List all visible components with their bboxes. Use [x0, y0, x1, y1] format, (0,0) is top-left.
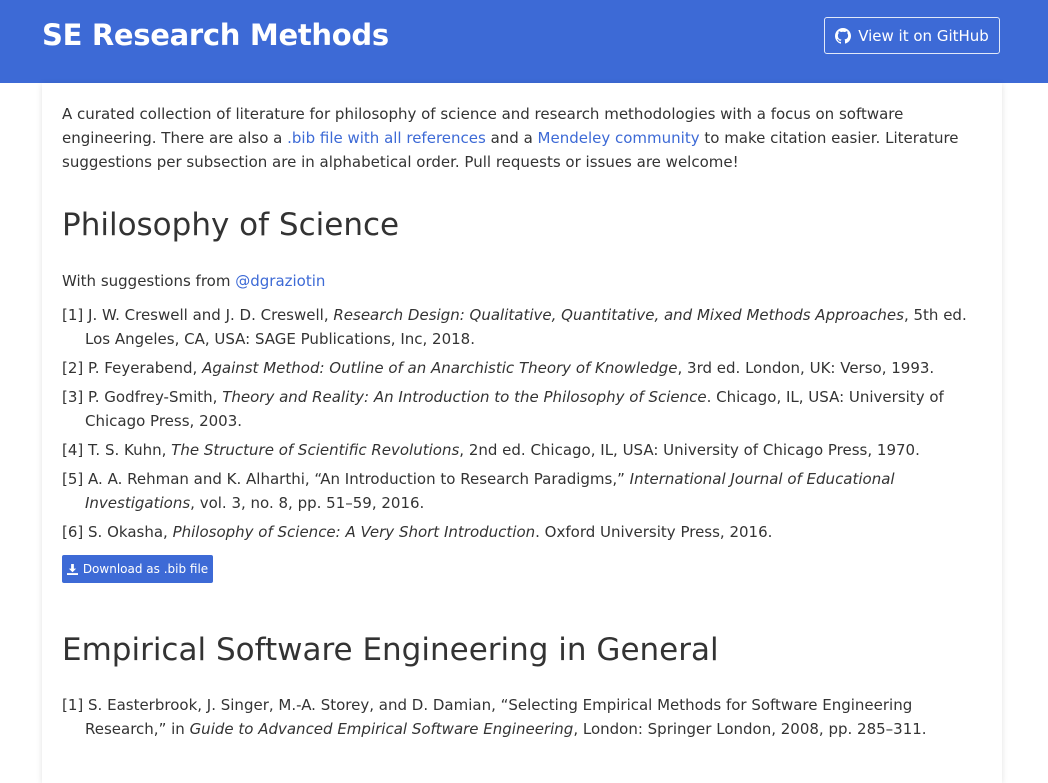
reference-number: [5]	[62, 470, 84, 488]
reference-authors: T. S. Kuhn,	[88, 441, 172, 459]
main-content: A curated collection of literature for p…	[62, 102, 987, 738]
reference-details: , 3rd ed. London, UK: Verso, 1993.	[677, 359, 935, 377]
reference-details: . Oxford University Press, 2016.	[535, 523, 773, 541]
reference-authors: J. W. Creswell and J. D. Creswell,	[88, 306, 334, 324]
suggestions-prefix: With suggestions from	[62, 272, 236, 290]
bib-file-link[interactable]: .bib file with all references	[287, 129, 486, 147]
reference-title: Against Method: Outline of an Anarchisti…	[202, 359, 678, 377]
view-on-github-button[interactable]: View it on GitHub	[824, 17, 1000, 54]
download-button-label: Download as .bib file	[82, 562, 209, 576]
reference-item: [1] J. W. Creswell and J. D. Creswell, R…	[62, 303, 987, 351]
reference-title: Research Design: Qualitative, Quantitati…	[333, 306, 904, 324]
section-heading-empirical-se: Empirical Software Engineering in Genera…	[62, 632, 719, 668]
reference-details: , London: Springer London, 2008, pp. 285…	[573, 720, 927, 738]
reference-item: [4] T. S. Kuhn, The Structure of Scienti…	[62, 438, 987, 462]
reference-title: Theory and Reality: An Introduction to t…	[222, 388, 707, 406]
reference-item: [1] S. Easterbrook, J. Singer, M.-A. Sto…	[62, 693, 987, 741]
reference-number: [6]	[62, 523, 84, 541]
intro-paragraph: A curated collection of literature for p…	[62, 102, 987, 174]
reference-list-philosophy: [1] J. W. Creswell and J. D. Creswell, R…	[62, 303, 987, 549]
reference-number: [1]	[62, 696, 84, 714]
reference-authors: P. Godfrey-Smith,	[88, 388, 223, 406]
navbar: SE Research Methods View it on GitHub	[0, 0, 1048, 83]
reference-details: , 2nd ed. Chicago, IL, USA: University o…	[459, 441, 920, 459]
site-title[interactable]: SE Research Methods	[42, 18, 389, 52]
download-bib-button[interactable]: Download as .bib file	[62, 555, 213, 583]
mendeley-link[interactable]: Mendeley community	[538, 129, 700, 147]
download-icon	[66, 563, 78, 575]
reference-item: [6] S. Okasha, Philosophy of Science: A …	[62, 520, 987, 544]
github-button-label: View it on GitHub	[858, 26, 989, 45]
reference-authors: P. Feyerabend,	[88, 359, 203, 377]
reference-item: [3] P. Godfrey-Smith, Theory and Reality…	[62, 385, 987, 433]
reference-authors: A. A. Rehman and K. Alharthi, “An Introd…	[88, 470, 630, 488]
reference-authors: S. Okasha,	[88, 523, 173, 541]
reference-details: , vol. 3, no. 8, pp. 51–59, 2016.	[190, 494, 425, 512]
section-heading-philosophy: Philosophy of Science	[62, 207, 400, 243]
reference-item: [5] A. A. Rehman and K. Alharthi, “An In…	[62, 467, 987, 515]
intro-text-2: and a	[485, 129, 538, 147]
reference-number: [1]	[62, 306, 84, 324]
reference-title: Guide to Advanced Empirical Software Eng…	[189, 720, 574, 738]
reference-number: [3]	[62, 388, 84, 406]
reference-title: The Structure of Scientific Revolutions	[171, 441, 460, 459]
reference-number: [4]	[62, 441, 84, 459]
reference-item: [2] P. Feyerabend, Against Method: Outli…	[62, 356, 987, 380]
suggestions-user-link[interactable]: @dgraziotin	[235, 272, 325, 290]
reference-list-empirical-se: [1] S. Easterbrook, J. Singer, M.-A. Sto…	[62, 693, 987, 746]
reference-number: [2]	[62, 359, 84, 377]
reference-title: Philosophy of Science: A Very Short Intr…	[172, 523, 536, 541]
suggestions-line: With suggestions from @dgraziotin	[62, 272, 325, 290]
github-icon	[835, 27, 852, 44]
